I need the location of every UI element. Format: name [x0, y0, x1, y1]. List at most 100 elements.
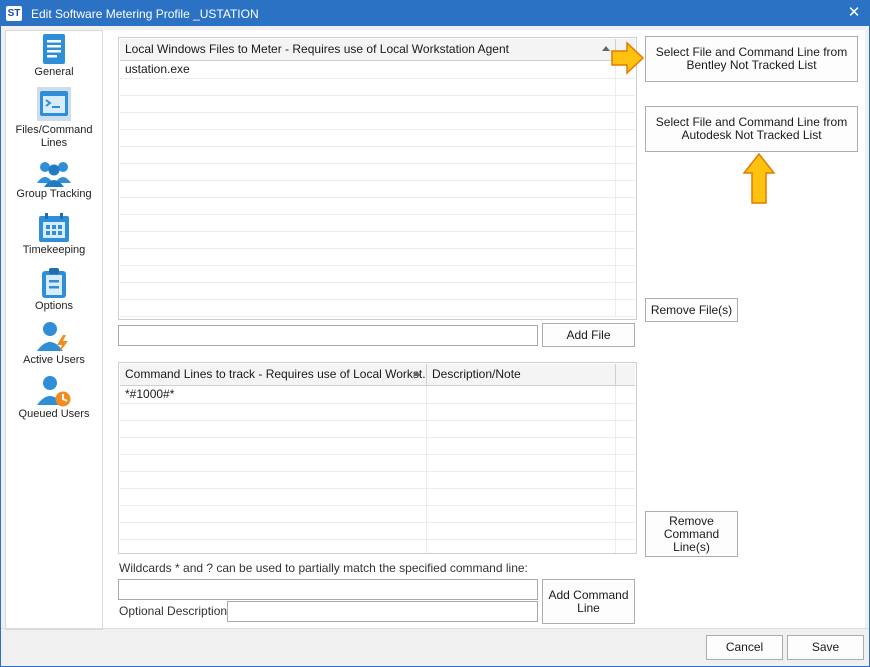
- description-cell: [427, 420, 616, 437]
- sidebar-item-files-command-lines[interactable]: Files/Command Lines: [6, 87, 102, 150]
- file-cell: [120, 95, 616, 112]
- file-cell: [120, 180, 616, 197]
- command-cell: [120, 522, 427, 539]
- table-row[interactable]: [120, 78, 635, 96]
- sidebar-item-label: Options: [35, 300, 73, 312]
- table-row[interactable]: [120, 112, 635, 130]
- table-row[interactable]: [120, 522, 635, 540]
- file-cell: [120, 282, 616, 299]
- sidebar-item-active-users[interactable]: Active Users: [6, 321, 102, 367]
- command-cell: [120, 420, 427, 437]
- sort-ascending-icon: [602, 46, 610, 51]
- table-row[interactable]: *#1000#*: [120, 386, 635, 404]
- group-icon: [37, 162, 71, 187]
- table-row[interactable]: ustation.exe: [120, 61, 635, 79]
- remove-files-button[interactable]: Remove File(s): [645, 298, 738, 322]
- description-cell: [427, 539, 616, 553]
- table-row[interactable]: [120, 471, 635, 489]
- description-cell: [427, 454, 616, 471]
- command-cell: [120, 403, 427, 420]
- sidebar-item-label: Timekeeping: [22, 244, 86, 256]
- files-grid-header: Local Windows Files to Meter - Requires …: [120, 39, 635, 61]
- sidebar-item-timekeeping[interactable]: Timekeeping: [6, 213, 102, 257]
- table-row[interactable]: [120, 231, 635, 249]
- table-row[interactable]: [120, 129, 635, 147]
- close-icon[interactable]: ✕: [845, 3, 863, 23]
- table-row[interactable]: [120, 163, 635, 181]
- sidebar-item-group-tracking[interactable]: Group Tracking: [6, 159, 102, 201]
- save-button[interactable]: Save: [787, 635, 864, 660]
- app-logo-icon: ST: [6, 6, 22, 21]
- sidebar: General Files/Command Lines Group Tracki…: [5, 30, 103, 630]
- sidebar-item-label: Active Users: [23, 354, 85, 366]
- table-row[interactable]: [120, 180, 635, 198]
- cancel-button[interactable]: Cancel: [706, 635, 783, 660]
- file-path-input[interactable]: [118, 325, 538, 346]
- file-cell: [120, 197, 616, 214]
- sidebar-item-options[interactable]: Options: [6, 267, 102, 313]
- remove-command-lines-button[interactable]: Remove Command Line(s): [645, 511, 738, 557]
- table-row[interactable]: [120, 454, 635, 472]
- file-cell: [120, 248, 616, 265]
- add-file-button[interactable]: Add File: [542, 323, 635, 347]
- optional-description-input[interactable]: [227, 601, 538, 622]
- table-row[interactable]: [120, 488, 635, 506]
- command-grid-header: Command Lines to track - Requires use of…: [120, 364, 635, 386]
- command-cell: [120, 539, 427, 553]
- dialog-window: ST Edit Software Metering Profile _USTAT…: [0, 0, 870, 667]
- files-grid[interactable]: Local Windows Files to Meter - Requires …: [118, 37, 637, 320]
- table-row[interactable]: [120, 539, 635, 553]
- sidebar-item-queued-users[interactable]: Queued Users: [6, 375, 102, 421]
- table-row[interactable]: [120, 146, 635, 164]
- main-content: Local Windows Files to Meter - Requires …: [103, 30, 865, 628]
- sidebar-item-general[interactable]: General: [6, 33, 102, 79]
- command-column-filler: [616, 364, 635, 385]
- command-line-input[interactable]: [118, 579, 538, 600]
- description-cell: [427, 437, 616, 454]
- file-cell: [120, 231, 616, 248]
- file-cell: [120, 163, 616, 180]
- table-row[interactable]: [120, 299, 635, 317]
- command-column-header[interactable]: Command Lines to track - Requires use of…: [120, 364, 427, 385]
- command-cell: [120, 471, 427, 488]
- file-cell: [120, 129, 616, 146]
- file-cell: ustation.exe: [120, 61, 616, 78]
- table-row[interactable]: [120, 214, 635, 232]
- table-row[interactable]: [120, 197, 635, 215]
- description-cell: [427, 471, 616, 488]
- file-cell: [120, 112, 616, 129]
- command-lines-grid[interactable]: Command Lines to track - Requires use of…: [118, 362, 637, 554]
- table-row[interactable]: [120, 403, 635, 421]
- user-bolt-icon: [37, 322, 68, 353]
- table-row[interactable]: [120, 505, 635, 523]
- optional-description-label: Optional Description:: [119, 604, 231, 618]
- file-cell: [120, 146, 616, 163]
- table-row[interactable]: [120, 282, 635, 300]
- files-column-header-label: Local Windows Files to Meter - Requires …: [125, 42, 509, 56]
- file-cell: [120, 78, 616, 95]
- arrow-up-icon: [742, 153, 776, 204]
- description-column-header[interactable]: Description/Note: [427, 364, 616, 385]
- command-column-header-label: Command Lines to track - Requires use of…: [125, 367, 427, 381]
- file-cell: [120, 214, 616, 231]
- select-from-autodesk-button[interactable]: Select File and Command Line from Autode…: [645, 106, 858, 152]
- sidebar-item-label: General: [34, 66, 74, 78]
- add-command-line-button[interactable]: Add Command Line: [542, 579, 635, 624]
- sort-ascending-icon: [413, 371, 421, 376]
- table-row[interactable]: [120, 437, 635, 455]
- document-icon: [43, 34, 65, 64]
- table-row[interactable]: [120, 265, 635, 283]
- command-cell: [120, 488, 427, 505]
- sidebar-item-label: Files/Command Lines: [15, 124, 93, 149]
- files-column-header[interactable]: Local Windows Files to Meter - Requires …: [120, 39, 616, 60]
- command-cell: [120, 437, 427, 454]
- table-row[interactable]: [120, 420, 635, 438]
- table-row[interactable]: [120, 248, 635, 266]
- arrow-right-icon: [611, 41, 645, 75]
- calendar-icon: [39, 213, 69, 242]
- description-cell: [427, 386, 616, 403]
- select-from-bentley-button[interactable]: Select File and Command Line from Bentle…: [645, 36, 858, 82]
- sidebar-item-label: Group Tracking: [16, 188, 92, 200]
- sidebar-item-label: Queued Users: [18, 408, 90, 420]
- table-row[interactable]: [120, 95, 635, 113]
